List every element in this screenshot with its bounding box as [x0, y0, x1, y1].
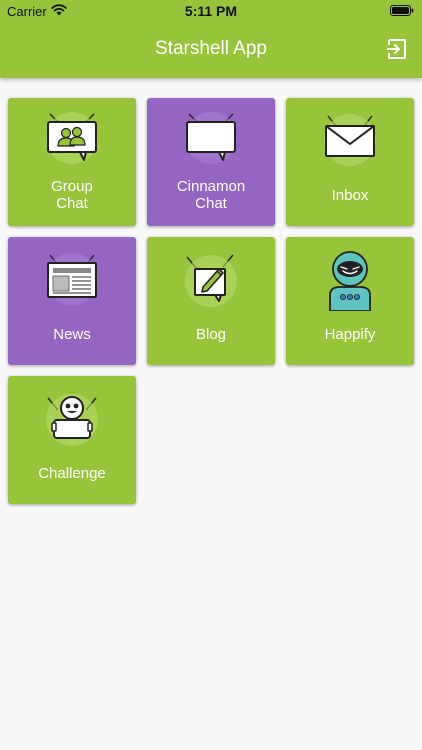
group-chat-icon [46, 112, 98, 164]
envelope-icon [324, 114, 376, 166]
tile-label: Blog [195, 326, 227, 343]
tile-grid: Group Chat Cinnamon Chat Inbox News Blog… [8, 98, 414, 504]
tile-label: Happify [324, 326, 376, 343]
tile-cinnamon-chat[interactable]: Cinnamon Chat [147, 98, 275, 226]
tile-label: Inbox [331, 187, 369, 204]
tile-label: Cinnamon Chat [176, 178, 246, 212]
logout-icon[interactable] [386, 38, 408, 60]
tile-happify[interactable]: Happify [286, 237, 414, 365]
tile-blog[interactable]: Blog [147, 237, 275, 365]
app-screen: Carrier 5:11 PM Starshell App Group Chat… [0, 0, 422, 750]
battery-icon [390, 5, 414, 16]
challenge-robot-icon [46, 394, 98, 446]
newspaper-icon [46, 253, 98, 305]
app-header: Carrier 5:11 PM Starshell App [0, 0, 422, 78]
tile-inbox[interactable]: Inbox [286, 98, 414, 226]
tile-group-chat[interactable]: Group Chat [8, 98, 136, 226]
tile-news[interactable]: News [8, 237, 136, 365]
robot-icon [329, 251, 371, 311]
tile-label: Group Chat [51, 178, 93, 212]
status-time: 5:11 PM [184, 3, 238, 19]
status-bar: Carrier 5:11 PM [0, 0, 422, 22]
pencil-note-icon [185, 254, 237, 307]
app-title: Starshell App [155, 38, 267, 59]
tile-label: Challenge [38, 465, 106, 482]
tile-label: News [53, 326, 91, 343]
tile-challenge[interactable]: Challenge [8, 376, 136, 504]
chat-bubble-icon [185, 112, 237, 164]
